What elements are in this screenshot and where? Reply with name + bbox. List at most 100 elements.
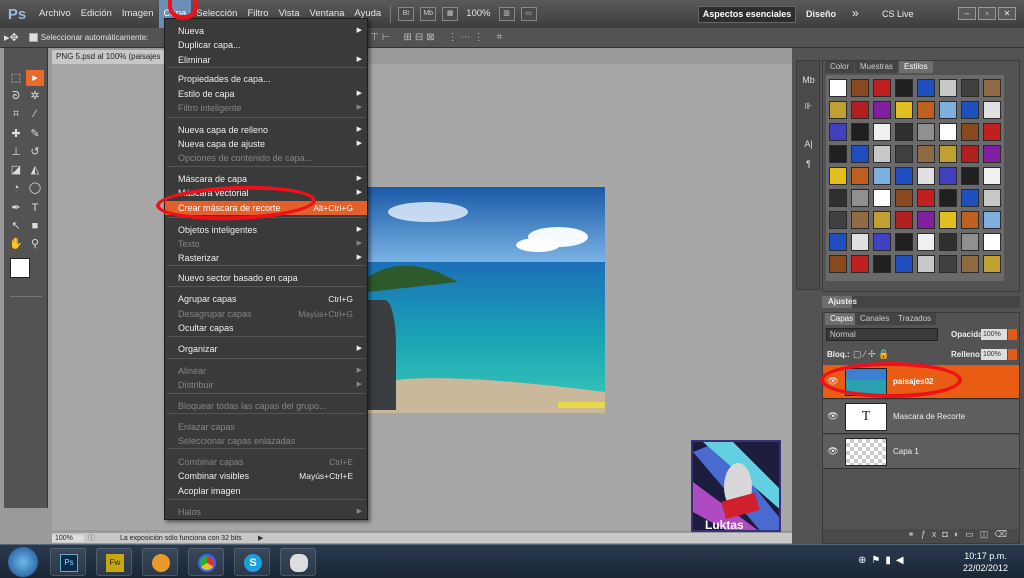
style-swatch[interactable]	[873, 123, 891, 141]
healing-brush-icon[interactable]: ✚	[7, 126, 25, 142]
tab-muestras[interactable]: Muestras	[855, 61, 898, 73]
auto-select-checkbox[interactable]	[28, 33, 38, 42]
menu-item-opciones-de-contenido-de-capa[interactable]: Opciones de contenido de capa...	[165, 151, 367, 165]
style-swatch[interactable]	[917, 123, 935, 141]
style-swatch[interactable]	[939, 167, 957, 185]
style-swatch[interactable]	[873, 167, 891, 185]
history-panel-icon[interactable]: ⊪	[800, 101, 817, 115]
menu-item-combinar-capas[interactable]: Combinar capas Ctrl+E	[165, 455, 367, 469]
zoom-level[interactable]: 100%	[461, 0, 495, 28]
style-swatch[interactable]	[939, 189, 957, 207]
menu-archivo[interactable]: Archivo	[34, 0, 76, 28]
style-swatch[interactable]	[939, 255, 957, 273]
style-swatch[interactable]	[851, 211, 869, 229]
style-swatch[interactable]	[961, 255, 979, 273]
menu-item-máscara-de-capa[interactable]: Máscara de capa ▶	[165, 172, 367, 186]
tab-ajustes[interactable]: Ajustes	[822, 296, 857, 308]
style-swatch[interactable]	[961, 233, 979, 251]
minimize-icon[interactable]: –	[958, 7, 976, 20]
style-swatch[interactable]	[961, 145, 979, 163]
menu-item-filtro-inteligente[interactable]: Filtro inteligente ▶	[165, 101, 367, 115]
menu-item-eliminar[interactable]: Eliminar ▶	[165, 53, 367, 67]
style-swatch[interactable]	[917, 189, 935, 207]
menu-item-agrupar-capas[interactable]: Agrupar capas Ctrl+G	[165, 292, 367, 306]
marquee-tool-icon[interactable]: ⬚	[7, 70, 25, 86]
tab-capas[interactable]: Capas	[825, 313, 859, 325]
menu-item-desagrupar-capas[interactable]: Desagrupar capas Mayús+Ctrl+G	[165, 307, 367, 321]
status-zoom[interactable]: 100%	[52, 534, 84, 542]
style-swatch[interactable]	[983, 123, 1001, 141]
style-swatch[interactable]	[983, 145, 1001, 163]
style-swatch[interactable]	[851, 101, 869, 119]
style-swatch[interactable]	[829, 101, 847, 119]
menu-item-enlazar-capas[interactable]: Enlazar capas	[165, 420, 367, 434]
style-swatch[interactable]	[961, 123, 979, 141]
menu-item-acoplar-imagen[interactable]: Acoplar imagen	[165, 484, 367, 498]
style-swatch[interactable]	[983, 79, 1001, 97]
character-panel-icon[interactable]: A|	[800, 139, 817, 153]
style-swatch[interactable]	[939, 101, 957, 119]
tab-trazados[interactable]: Trazados	[893, 313, 937, 325]
style-swatch[interactable]	[829, 189, 847, 207]
style-swatch[interactable]	[983, 101, 1001, 119]
menu-item-halos[interactable]: Halos ▶	[165, 505, 367, 519]
lasso-tool-icon[interactable]: ᘐ	[7, 88, 25, 104]
distribute-icons[interactable]: ⊞⊟⊠	[404, 32, 438, 43]
style-swatch[interactable]	[873, 79, 891, 97]
style-swatch[interactable]	[961, 211, 979, 229]
style-swatch[interactable]	[917, 233, 935, 251]
menu-item-duplicar-capa[interactable]: Duplicar capa...	[165, 38, 367, 52]
style-swatch[interactable]	[851, 167, 869, 185]
style-swatch[interactable]	[829, 145, 847, 163]
style-swatch[interactable]	[983, 255, 1001, 273]
status-info-icon[interactable]: ⓘ	[84, 533, 104, 543]
fill-field[interactable]: 100%	[981, 349, 1007, 360]
view-extras-icon[interactable]: ▦	[442, 7, 459, 21]
style-swatch[interactable]	[961, 189, 979, 207]
style-swatch[interactable]	[939, 233, 957, 251]
zoom-tool-icon[interactable]: ⚲	[26, 236, 44, 252]
menu-item-nueva-capa-de-relleno[interactable]: Nueva capa de relleno ▶	[165, 123, 367, 137]
menu-item-ocultar-capas[interactable]: Ocultar capas	[165, 321, 367, 335]
style-swatch[interactable]	[829, 123, 847, 141]
auto-align-icon[interactable]: ⌗	[497, 32, 506, 43]
path-select-icon[interactable]: ↖	[7, 218, 25, 234]
style-swatch[interactable]	[983, 167, 1001, 185]
menu-item-objetos-inteligentes[interactable]: Objetos inteligentes ▶	[165, 223, 367, 237]
status-arrow-icon[interactable]: ▶	[254, 534, 263, 542]
style-swatch[interactable]	[917, 211, 935, 229]
document-tab[interactable]: PNG 5.psd al 100% (paisajes	[52, 50, 172, 64]
style-swatch[interactable]	[895, 233, 913, 251]
style-swatch[interactable]	[939, 211, 957, 229]
menu-item-bloquear-todas-las-capas-del-grupo[interactable]: Bloquear todas las capas del grupo...	[165, 399, 367, 413]
menu-item-texto[interactable]: Texto ▶	[165, 237, 367, 251]
style-swatch[interactable]	[873, 189, 891, 207]
blend-mode-select[interactable]: Normal	[826, 328, 938, 341]
style-swatch[interactable]	[895, 255, 913, 273]
tab-estilos[interactable]: Estilos	[899, 61, 933, 73]
style-swatch[interactable]	[983, 189, 1001, 207]
style-swatch[interactable]	[873, 145, 891, 163]
style-swatch[interactable]	[895, 211, 913, 229]
menu-item-distribuir[interactable]: Distribuir ▶	[165, 378, 367, 392]
screen-mode-icon[interactable]: ▭	[520, 7, 537, 21]
style-swatch[interactable]	[917, 101, 935, 119]
style-swatch[interactable]	[983, 233, 1001, 251]
distribute-h-icons[interactable]: ⋮⋯⋮	[448, 32, 487, 43]
skype-taskbar-icon[interactable]: S	[234, 548, 270, 576]
menu-item-alinear[interactable]: Alinear ▶	[165, 364, 367, 378]
style-swatch[interactable]	[895, 79, 913, 97]
style-swatch[interactable]	[917, 145, 935, 163]
menu-item-nueva-capa-de-ajuste[interactable]: Nueva capa de ajuste ▶	[165, 137, 367, 151]
style-swatch[interactable]	[895, 123, 913, 141]
style-swatch[interactable]	[961, 101, 979, 119]
pen-tool-icon[interactable]: ✒	[7, 200, 25, 216]
layers-footer-icons[interactable]: ⚭ƒx◘◐▭◫⌫	[823, 529, 1019, 543]
opacity-slider-button[interactable]	[1008, 329, 1017, 340]
menu-item-nuevo-sector-basado-en-capa[interactable]: Nuevo sector basado en capa	[165, 271, 367, 285]
minibridge-panel-icon[interactable]: Mb	[800, 75, 817, 89]
move-tool-icon[interactable]: ▸✥	[4, 31, 19, 44]
type-tool-icon[interactable]: T	[26, 200, 44, 216]
menu-item-nueva[interactable]: Nueva ▶	[165, 24, 367, 38]
style-swatch[interactable]	[983, 211, 1001, 229]
